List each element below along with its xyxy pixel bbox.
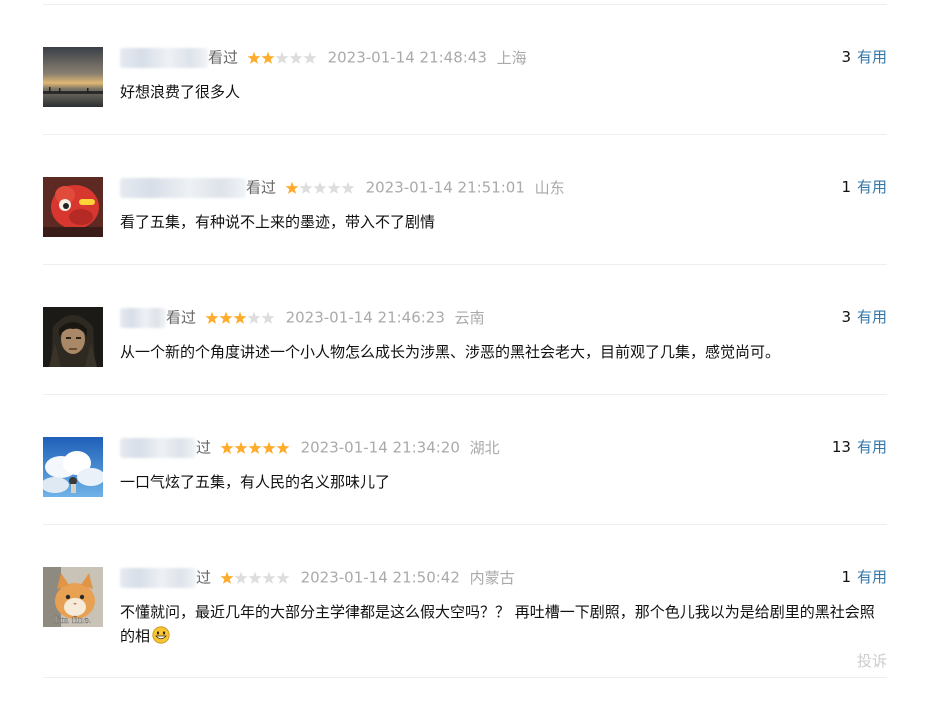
comment-content: 从一个新的个角度讲述一个小人物怎么成长为涉黑、涉恶的黑社会老大，目前观了几集，感… bbox=[120, 343, 781, 361]
dark-haired-portrait-icon bbox=[43, 307, 103, 367]
rating-stars bbox=[205, 311, 275, 325]
comment-time: 2023-01-14 21:34:20 bbox=[300, 438, 460, 457]
star-icon bbox=[233, 311, 247, 324]
star-icon bbox=[262, 571, 276, 584]
username-blurred[interactable] bbox=[120, 47, 208, 68]
rating-stars bbox=[220, 571, 290, 585]
avatar[interactable]: I'm fine. bbox=[43, 567, 103, 627]
vote-area: 3 有用 bbox=[841, 305, 887, 329]
comment-time: 2023-01-14 21:48:43 bbox=[327, 48, 487, 67]
watch-status: 看过 bbox=[208, 48, 239, 67]
star-icon bbox=[275, 51, 289, 64]
comment-location: 湖北 bbox=[469, 438, 500, 457]
report-link[interactable]: 投诉 bbox=[857, 650, 887, 671]
vote-area: 3 有用 bbox=[841, 45, 887, 69]
star-icon bbox=[219, 311, 233, 324]
star-icon bbox=[262, 441, 276, 454]
star-icon bbox=[234, 571, 248, 584]
comment-time: 2023-01-14 21:50:42 bbox=[300, 568, 460, 587]
comments-page: 看过 2023-01-14 21:48:43 上海 3 有用 好想浪费了很多人 bbox=[0, 0, 942, 707]
comment-location: 云南 bbox=[454, 308, 485, 327]
star-icon bbox=[220, 441, 234, 454]
comment-meta: 过 2023-01-14 21:50:42 内蒙古 bbox=[120, 565, 515, 589]
vote-area: 1 有用 bbox=[841, 565, 887, 589]
rating-stars bbox=[220, 441, 290, 455]
vote-count: 1 bbox=[841, 178, 851, 196]
watch-status: 过 bbox=[196, 438, 212, 457]
watch-status: 看过 bbox=[246, 178, 277, 197]
username-blurred[interactable] bbox=[120, 177, 246, 198]
star-icon bbox=[261, 51, 275, 64]
grin-emoji-icon bbox=[152, 626, 170, 644]
star-icon bbox=[248, 441, 262, 454]
username-blurred[interactable] bbox=[120, 567, 196, 588]
comment-meta: 看过 2023-01-14 21:46:23 云南 bbox=[120, 305, 485, 329]
avatar-caption: I'm fine. bbox=[54, 616, 92, 626]
useful-button[interactable]: 有用 bbox=[857, 308, 887, 326]
star-icon bbox=[220, 571, 234, 584]
useful-button[interactable]: 有用 bbox=[857, 48, 887, 66]
comment-item: 看过 2023-01-14 21:51:01 山东 1 有用 看了五集，有种说不上… bbox=[43, 135, 887, 265]
star-icon bbox=[276, 571, 290, 584]
star-icon bbox=[303, 51, 317, 64]
comment-meta: 过 2023-01-14 21:34:20 湖北 bbox=[120, 435, 500, 459]
vote-area: 13 有用 bbox=[832, 435, 887, 459]
star-icon bbox=[276, 441, 290, 454]
star-icon bbox=[247, 51, 261, 64]
comment-item: I'm fine. 过 2023-01-14 21:50:42 内蒙古 1 有用 … bbox=[43, 525, 887, 678]
star-icon bbox=[341, 181, 355, 194]
star-icon bbox=[234, 441, 248, 454]
watch-status: 看过 bbox=[166, 308, 197, 327]
comment-content: 不懂就问，最近几年的大部分主学律都是这么假大空吗？？ 再吐槽一下剧照，那个色儿我… bbox=[120, 600, 887, 648]
star-icon bbox=[299, 181, 313, 194]
star-icon bbox=[247, 311, 261, 324]
comment-location: 内蒙古 bbox=[469, 568, 515, 587]
comment-meta: 看过 2023-01-14 21:48:43 上海 bbox=[120, 45, 527, 69]
vote-count: 1 bbox=[841, 568, 851, 586]
red-toy-character-icon bbox=[43, 177, 103, 237]
cat-im-fine-icon: I'm fine. bbox=[43, 567, 103, 627]
comment-time: 2023-01-14 21:46:23 bbox=[285, 308, 445, 327]
comment-text: 不懂就问，最近几年的大部分主学律都是这么假大空吗？？ 再吐槽一下剧照，那个色儿我… bbox=[120, 603, 875, 645]
rating-stars bbox=[285, 181, 355, 195]
comment-content: 一口气炫了五集，有人民的名义那味儿了 bbox=[120, 473, 391, 491]
vote-area: 1 有用 bbox=[841, 175, 887, 199]
username-blurred[interactable] bbox=[120, 437, 196, 458]
useful-button[interactable]: 有用 bbox=[857, 178, 887, 196]
avatar[interactable] bbox=[43, 307, 103, 367]
vote-count: 3 bbox=[841, 308, 851, 326]
star-icon bbox=[313, 181, 327, 194]
comment-content: 好想浪费了很多人 bbox=[120, 83, 241, 101]
sky-clouds-anime-icon bbox=[43, 437, 103, 497]
avatar[interactable] bbox=[43, 177, 103, 237]
comment-item: 过 2023-01-14 21:34:20 湖北 13 有用 一口气炫了五集，有人… bbox=[43, 395, 887, 525]
comment-item: 看过 2023-01-14 21:48:43 上海 3 有用 好想浪费了很多人 bbox=[43, 5, 887, 135]
vote-count: 3 bbox=[841, 48, 851, 66]
vote-count: 13 bbox=[831, 438, 851, 456]
comment-location: 上海 bbox=[496, 48, 527, 67]
star-icon bbox=[327, 181, 341, 194]
avatar[interactable] bbox=[43, 437, 103, 497]
username-blurred[interactable] bbox=[120, 307, 166, 328]
useful-button[interactable]: 有用 bbox=[857, 438, 887, 456]
comment-meta: 看过 2023-01-14 21:51:01 山东 bbox=[120, 175, 565, 199]
comment-time: 2023-01-14 21:51:01 bbox=[365, 178, 525, 197]
useful-button[interactable]: 有用 bbox=[857, 568, 887, 586]
rating-stars bbox=[247, 51, 317, 65]
star-icon bbox=[205, 311, 219, 324]
star-icon bbox=[248, 571, 262, 584]
sunset-sea-photo-icon bbox=[43, 47, 103, 107]
avatar[interactable] bbox=[43, 47, 103, 107]
comment-item: 看过 2023-01-14 21:46:23 云南 3 有用 从一个新的个角度讲述… bbox=[43, 265, 887, 395]
star-icon bbox=[289, 51, 303, 64]
comment-content: 看了五集，有种说不上来的墨迹，带入不了剧情 bbox=[120, 213, 436, 231]
star-icon bbox=[285, 181, 299, 194]
star-icon bbox=[261, 311, 275, 324]
comment-location: 山东 bbox=[534, 178, 565, 197]
watch-status: 过 bbox=[196, 568, 212, 587]
